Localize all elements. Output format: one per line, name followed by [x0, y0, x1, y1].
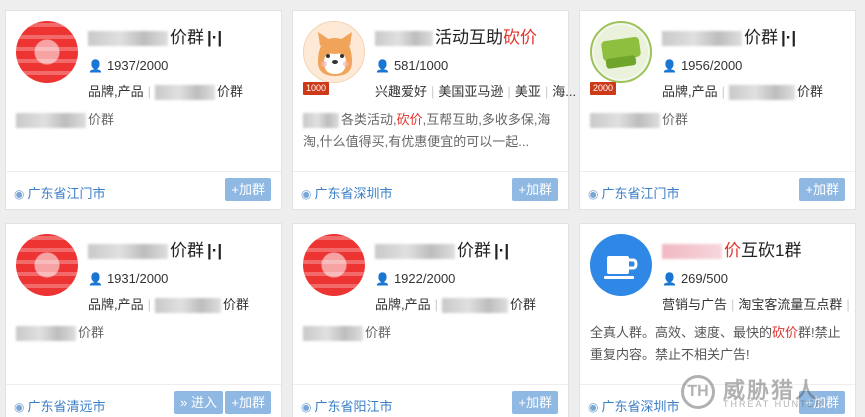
user-icon: 👤 — [375, 272, 390, 286]
location-pin-icon: ◉ — [301, 187, 312, 201]
level-badge: 2000 — [590, 82, 617, 95]
group-card[interactable]: 价群 |·| 👤 1922/2000 品牌,产品 | 价群 价群 ◉ 广东省阳江市 +加群 — [292, 223, 569, 417]
redacted-text — [155, 298, 222, 314]
card-footer: ◉ 广东省江门市 +加群 — [6, 171, 281, 209]
location-link[interactable]: ◉ 广东省江门市 — [588, 183, 680, 202]
join-group-button[interactable]: +加群 — [512, 391, 558, 414]
redacted-text — [16, 326, 76, 342]
enter-group-button[interactable]: » 进入 — [174, 391, 223, 414]
shiba-dog-icon — [305, 23, 364, 82]
group-avatar[interactable] — [303, 234, 365, 296]
redacted-text — [88, 31, 168, 47]
redacted-text — [303, 326, 363, 342]
group-avatar[interactable] — [590, 234, 652, 296]
watermark-logo: TH 威胁猎人 THREAT HUNTER — [681, 373, 851, 413]
location-link[interactable]: ◉ 广东省清远市 — [14, 396, 106, 415]
user-icon: 👤 — [662, 272, 677, 286]
redacted-text — [662, 244, 722, 260]
group-card[interactable]: 价群 |·| 👤 1931/2000 品牌,产品 | 价群 价群 ◉ 广东省清远市 » 进… — [5, 223, 282, 417]
member-count: 👤 1937/2000 — [88, 58, 169, 73]
member-count: 👤 1931/2000 — [88, 271, 169, 286]
level-badge: 1000 — [303, 82, 330, 95]
group-tags: 营销与广告 | 淘宝客流量互点群 | — [662, 297, 850, 312]
group-tags: 品牌,产品 | 价群 — [88, 84, 244, 101]
location-link[interactable]: ◉ 广东省深圳市 — [301, 183, 393, 202]
location-link[interactable]: ◉ 广东省阳江市 — [301, 396, 393, 415]
user-icon: 👤 — [662, 59, 677, 73]
redacted-text — [442, 298, 509, 314]
group-card[interactable]: 2000 价群 |·| 👤 1956/2000 品牌,产品 | 价群 价群 ◉ 广东省江门… — [579, 10, 856, 210]
group-title[interactable]: 价群 |·| — [662, 23, 796, 48]
join-group-button[interactable]: +加群 — [512, 178, 558, 201]
group-description: 全真人群。高效、速度、最快的砍价群!禁止重复内容。禁止不相关广告! — [590, 325, 841, 362]
location-pin-icon: ◉ — [588, 400, 599, 414]
location-pin-icon: ◉ — [14, 400, 25, 414]
join-group-button[interactable]: +加群 — [225, 391, 271, 414]
card-footer: ◉ 广东省深圳市 +加群 — [293, 171, 568, 209]
card-footer: ◉ 广东省阳江市 +加群 — [293, 384, 568, 417]
group-title[interactable]: 活动互助砍价 — [375, 23, 537, 48]
group-avatar[interactable] — [16, 234, 78, 296]
group-tags: 兴趣爱好 | 美国亚马逊 | 美亚 | 海... — [375, 84, 577, 99]
redacted-text — [662, 31, 742, 47]
group-avatar[interactable] — [590, 21, 652, 83]
group-card[interactable]: 价群 |·| 👤 1937/2000 品牌,产品 | 价群 价群 ◉ 广东省江门市 +加群 — [5, 10, 282, 210]
join-group-button[interactable]: +加群 — [799, 178, 845, 201]
redacted-text — [375, 244, 455, 260]
group-description: 价群 — [16, 322, 274, 344]
user-icon: 👤 — [88, 59, 103, 73]
group-tags: 品牌,产品 | 价群 — [88, 297, 250, 314]
redacted-text — [375, 31, 433, 47]
redacted-text — [590, 113, 660, 129]
member-count: 👤 269/500 — [662, 271, 728, 286]
location-link[interactable]: ◉ 广东省深圳市 — [588, 396, 680, 415]
group-description: 价群 — [303, 322, 561, 344]
member-count: 👤 581/1000 — [375, 58, 449, 73]
group-title[interactable]: 价群 |·| — [88, 23, 222, 48]
join-group-button[interactable]: +加群 — [225, 178, 271, 201]
user-icon: 👤 — [375, 59, 390, 73]
group-avatar[interactable] — [16, 21, 78, 83]
location-pin-icon: ◉ — [14, 187, 25, 201]
group-tags: 品牌,产品 | 价群 — [375, 297, 537, 314]
group-title[interactable]: 价互砍1群 — [662, 236, 801, 261]
location-pin-icon: ◉ — [301, 400, 312, 414]
welcome-sticker-icon — [594, 25, 648, 79]
coffee-cup-icon — [604, 256, 638, 279]
redacted-text — [303, 113, 339, 129]
card-footer: ◉ 广东省江门市 +加群 — [580, 171, 855, 209]
redacted-text — [16, 113, 86, 129]
threat-hunter-logo-icon: TH — [681, 375, 715, 409]
redacted-text — [155, 85, 216, 101]
group-tags: 品牌,产品 | 价群 — [662, 84, 824, 101]
member-count: 👤 1922/2000 — [375, 271, 456, 286]
group-description: 价群 — [16, 109, 274, 131]
group-avatar[interactable] — [303, 21, 365, 83]
group-description: 各类活动,砍价,互帮互助,多收多保,海淘,什么值得买,有优惠便宜的可以一起... — [303, 112, 551, 149]
card-footer: ◉ 广东省清远市 » 进入 +加群 — [6, 384, 281, 417]
group-description: 价群 — [590, 109, 848, 131]
member-count: 👤 1956/2000 — [662, 58, 743, 73]
user-icon: 👤 — [88, 272, 103, 286]
redacted-text — [88, 244, 168, 260]
group-card[interactable]: 1000 活动互助砍价 👤 581/1000 兴趣爱好 | 美国亚马逊 | 美亚 | 海...… — [292, 10, 576, 210]
location-link[interactable]: ◉ 广东省江门市 — [14, 183, 106, 202]
group-title[interactable]: 价群 |·| — [375, 236, 509, 261]
redacted-text — [729, 85, 796, 101]
group-title[interactable]: 价群 |·| — [88, 236, 222, 261]
location-pin-icon: ◉ — [588, 187, 599, 201]
